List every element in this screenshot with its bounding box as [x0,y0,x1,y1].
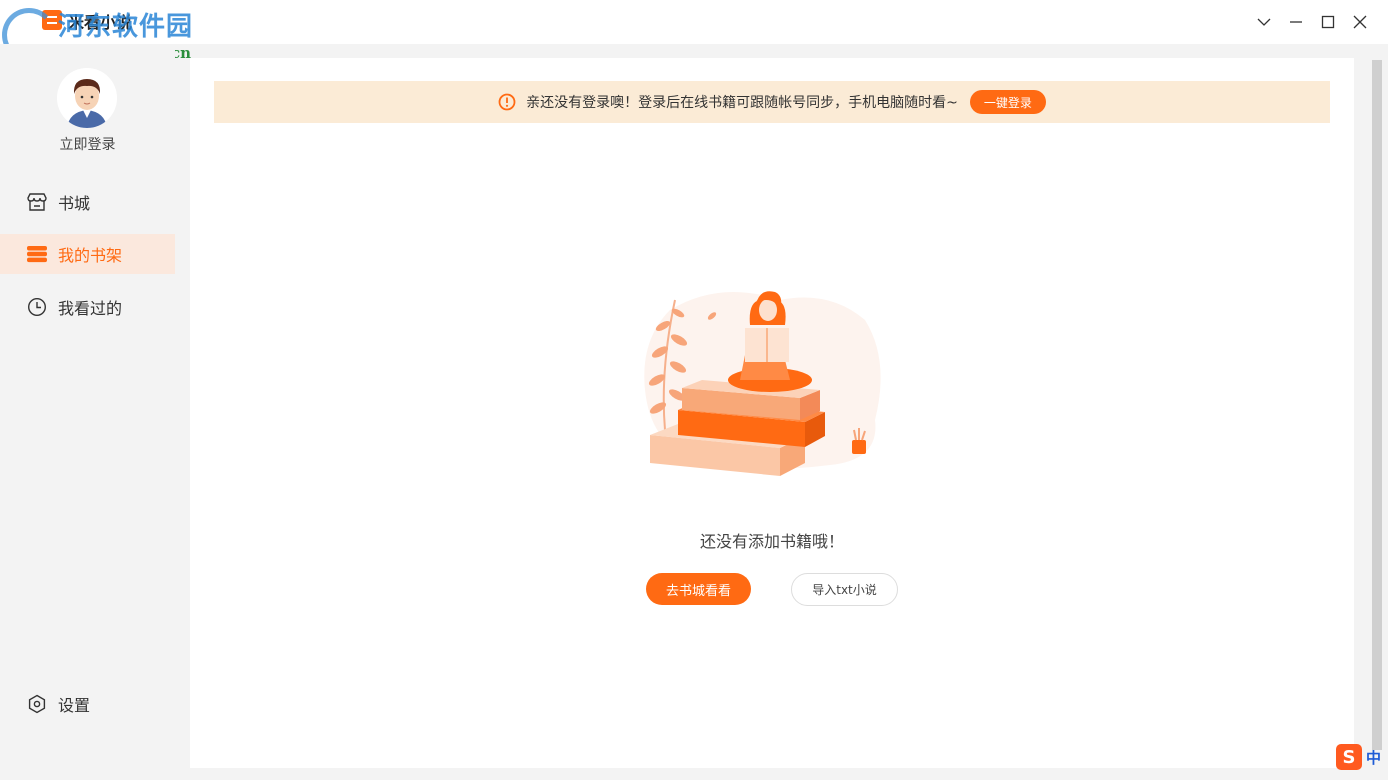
title-bar: 米看小说 河东软件园 www.pc0359.cn [0,0,1388,62]
login-banner: 亲还没有登录噢！登录后在线书籍可跟随帐号同步，手机电脑随时看~ 一键登录 [214,81,1330,123]
sidebar-item-label: 书城 [58,194,91,213]
login-link[interactable]: 立即登录 [0,134,175,154]
warning-icon [498,93,516,111]
ime-language: 中 [1366,748,1382,767]
store-icon [26,191,48,213]
main-panel: 亲还没有登录噢！登录后在线书籍可跟随帐号同步，手机电脑随时看~ 一键登录 还没有… [190,58,1354,768]
settings-icon [26,693,48,715]
one-click-login-button[interactable]: 一键登录 [969,90,1046,114]
clock-icon [26,296,48,318]
sidebar-item-label: 设置 [58,696,91,715]
maximize-icon [1321,15,1335,29]
app-logo-icon [42,10,62,30]
sidebar-item-label: 我的书架 [58,246,123,265]
sogou-ime-icon: S [1336,744,1362,770]
scrollbar[interactable] [1370,58,1384,768]
app-window: 米看小说 河东软件园 www.pc0359.cn [0,0,1388,780]
bookshelf-icon [26,243,48,265]
window-controls [1248,8,1376,36]
minimize-icon [1290,21,1302,23]
avatar[interactable] [57,68,117,128]
sidebar: 立即登录 书城 我的书架 我看过的 设置 [0,44,175,780]
sidebar-item-bookshelf[interactable]: 我的书架 [0,234,175,274]
user-avatar-icon [57,68,117,128]
close-button[interactable] [1344,8,1376,36]
sidebar-item-label: 我看过的 [58,299,123,318]
app-title: 米看小说 [68,13,133,32]
empty-bookshelf-illustration [644,291,881,476]
close-icon [1353,15,1367,29]
empty-message: 还没有添加书籍哦！ [699,532,844,551]
maximize-button[interactable] [1312,8,1344,36]
sidebar-item-bookstore[interactable]: 书城 [0,182,175,222]
minimize-button[interactable] [1280,8,1312,36]
banner-message: 亲还没有登录噢！登录后在线书籍可跟随帐号同步，手机电脑随时看~ [526,95,958,111]
chevron-down-icon [1257,18,1271,26]
ime-indicator[interactable]: S 中 [1336,742,1386,772]
sidebar-item-settings[interactable]: 设置 [0,684,175,724]
sidebar-item-history[interactable]: 我看过的 [0,287,175,327]
scrollbar-thumb[interactable] [1372,60,1382,750]
import-txt-button[interactable]: 导入txt小说 [791,573,898,606]
go-to-bookstore-button[interactable]: 去书城看看 [646,573,751,605]
dropdown-button[interactable] [1248,8,1280,36]
